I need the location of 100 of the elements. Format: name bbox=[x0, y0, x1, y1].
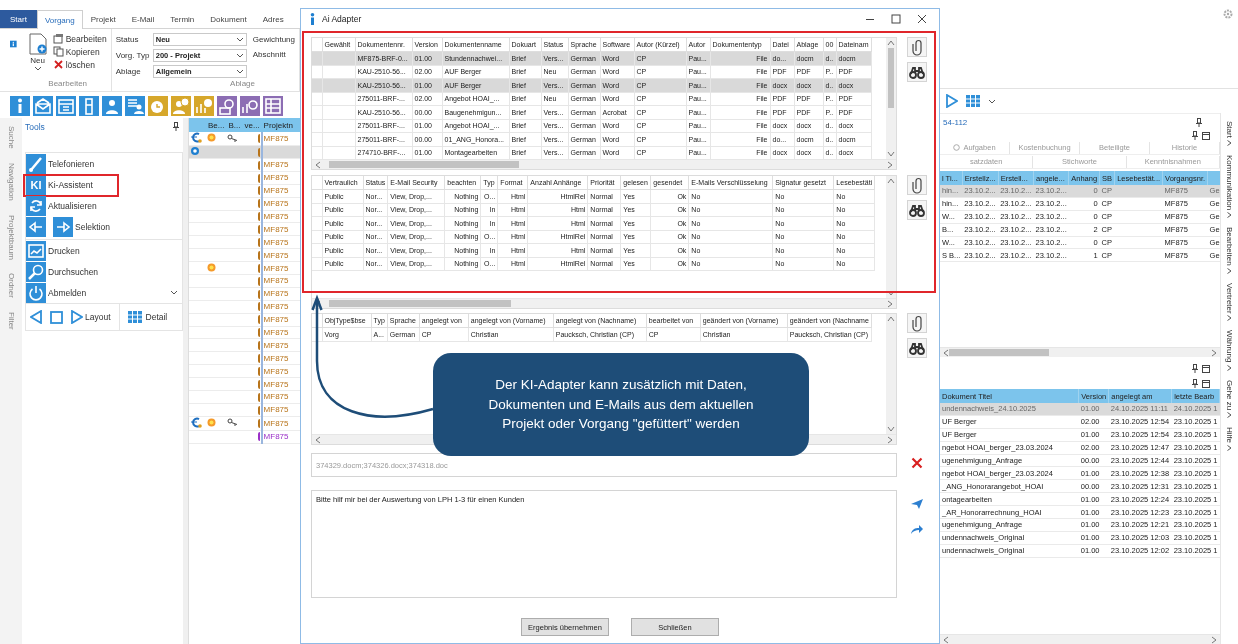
calendar-icon[interactable] bbox=[56, 96, 76, 116]
ribbon-action[interactable]: Kopieren bbox=[52, 46, 107, 57]
person-list-icon[interactable] bbox=[125, 96, 145, 116]
binoculars-button[interactable] bbox=[907, 338, 927, 358]
ribbon-action[interactable]: Bearbeiten bbox=[52, 33, 107, 44]
gear-icon[interactable] bbox=[217, 96, 237, 116]
detail-button[interactable]: Detail bbox=[145, 312, 168, 322]
table-row[interactable]: MF875 bbox=[189, 248, 300, 262]
pin-icon[interactable] bbox=[1192, 364, 1198, 373]
table-row[interactable]: MF875 bbox=[189, 351, 300, 365]
horizontal-scrollbar[interactable] bbox=[312, 159, 896, 169]
column-header[interactable]: ve... bbox=[242, 118, 262, 132]
side-tab[interactable]: Vertreter bbox=[1225, 282, 1234, 322]
binoculars-button[interactable] bbox=[907, 62, 927, 82]
chart-gear-icon[interactable] bbox=[240, 96, 260, 116]
person-clock-icon[interactable] bbox=[171, 96, 191, 116]
table-row[interactable]: MF875 bbox=[189, 235, 300, 249]
forward-icon[interactable] bbox=[71, 310, 83, 324]
window-icon[interactable] bbox=[1202, 131, 1210, 140]
table-row[interactable]: MF875 bbox=[189, 197, 300, 211]
close-icon[interactable] bbox=[917, 14, 927, 24]
side-tab[interactable]: Hilfe bbox=[1225, 427, 1234, 452]
table-row[interactable]: MF875 bbox=[189, 377, 300, 391]
table-row[interactable]: MF875 bbox=[189, 326, 300, 339]
column-header[interactable]: Be... bbox=[206, 118, 227, 132]
side-tab[interactable]: Bearbeiten bbox=[1225, 227, 1234, 274]
person-icon[interactable] bbox=[102, 96, 122, 116]
ribbon-tab[interactable]: Start bbox=[0, 10, 37, 28]
side-tab[interactable]: Start bbox=[1225, 121, 1234, 146]
tool-item[interactable]: Aktualisieren bbox=[26, 195, 182, 216]
binoculars-button[interactable] bbox=[907, 200, 927, 220]
table-row[interactable]: MF875 bbox=[189, 403, 300, 417]
column-header[interactable]: B... bbox=[226, 118, 243, 132]
table-row[interactable]: MF875 bbox=[189, 416, 300, 431]
tool-item[interactable]: Drucken bbox=[26, 239, 182, 261]
side-tab[interactable]: Kommunikation bbox=[1225, 154, 1234, 219]
settings-icon[interactable] bbox=[1223, 9, 1233, 19]
chart-clock-icon[interactable] bbox=[194, 96, 214, 116]
vertical-scrollbar[interactable] bbox=[886, 176, 896, 298]
vertical-scrollbar[interactable] bbox=[886, 38, 896, 159]
table-row[interactable]: MF875 bbox=[189, 158, 300, 172]
back-icon[interactable] bbox=[30, 310, 42, 324]
ribbon-tab[interactable]: E-Mail bbox=[123, 10, 163, 28]
side-tab[interactable]: Währung bbox=[1225, 330, 1234, 371]
table-cell: MF875 bbox=[263, 340, 289, 350]
table-icon[interactable] bbox=[263, 96, 283, 116]
maximize-icon[interactable] bbox=[891, 14, 901, 24]
table-row[interactable]: MF875 bbox=[189, 300, 300, 314]
table-row[interactable]: MF875 bbox=[189, 261, 300, 275]
tool-item[interactable]: Telefonieren bbox=[26, 153, 182, 174]
forward-icon[interactable] bbox=[946, 94, 958, 108]
grid-icon[interactable] bbox=[127, 311, 142, 323]
column-header[interactable]: Projektn bbox=[261, 118, 300, 132]
window-icon[interactable] bbox=[1202, 379, 1210, 388]
pin-icon[interactable] bbox=[1192, 379, 1198, 388]
vertical-scrollbar[interactable] bbox=[886, 314, 896, 434]
table-row[interactable]: MF875 bbox=[189, 364, 300, 378]
clock-icon[interactable] bbox=[148, 96, 168, 116]
table-row[interactable]: MF875 bbox=[189, 171, 300, 185]
ribbon-action[interactable]: löschen bbox=[52, 59, 107, 70]
table-row[interactable]: MF875 bbox=[189, 210, 300, 223]
layout-button[interactable]: Layout bbox=[85, 312, 111, 322]
caret-icon bbox=[1227, 412, 1232, 419]
info-icon[interactable] bbox=[10, 96, 30, 116]
table-row[interactable]: MF875 bbox=[189, 338, 300, 352]
ribbon-tab[interactable]: Termin bbox=[162, 10, 203, 28]
tool-item[interactable]: Selektion bbox=[26, 216, 182, 237]
grid-icon[interactable] bbox=[966, 95, 980, 107]
table-row[interactable] bbox=[189, 145, 300, 159]
attach-button[interactable] bbox=[907, 175, 927, 195]
table-row[interactable]: MF875 bbox=[189, 390, 300, 404]
side-tab[interactable]: Gehe zu bbox=[1225, 379, 1234, 419]
attach-button[interactable] bbox=[907, 313, 927, 333]
tool-item[interactable]: Abmelden bbox=[26, 282, 182, 303]
panel-title: Tools bbox=[25, 122, 45, 134]
horizontal-scrollbar[interactable] bbox=[312, 298, 896, 308]
new-button[interactable]: Neu bbox=[28, 31, 47, 79]
tool-item[interactable]: Durchsuchen bbox=[26, 261, 182, 282]
ribbon-tab[interactable]: Dokument bbox=[202, 10, 255, 28]
envelope-icon[interactable] bbox=[33, 96, 53, 116]
pin-icon[interactable] bbox=[173, 122, 179, 131]
tool-item[interactable]: KI Ki-Assistent bbox=[26, 174, 182, 195]
table-row[interactable]: MF875 bbox=[189, 430, 300, 444]
ribbon-tab[interactable]: Vorgang bbox=[36, 10, 83, 29]
table-row[interactable]: MF875 bbox=[189, 313, 300, 327]
table-row[interactable]: MF875 bbox=[189, 274, 300, 288]
pin-icon[interactable] bbox=[1196, 117, 1202, 127]
column-icon[interactable] bbox=[79, 96, 99, 116]
caret-icon bbox=[1227, 315, 1232, 322]
table-row[interactable]: MF875 bbox=[189, 184, 300, 198]
ribbon-tab[interactable]: Adres bbox=[254, 10, 292, 28]
attach-button[interactable] bbox=[907, 37, 927, 57]
horizontal-scrollbar[interactable] bbox=[940, 634, 1220, 644]
square-icon[interactable] bbox=[50, 310, 63, 324]
ribbon-tab[interactable]: Projekt bbox=[82, 10, 124, 28]
horizontal-scrollbar[interactable] bbox=[940, 347, 1220, 357]
window-icon[interactable] bbox=[1202, 364, 1210, 373]
table-row[interactable]: MF875 bbox=[189, 222, 300, 236]
pin-icon[interactable] bbox=[1192, 131, 1198, 140]
table-row[interactable]: MF875 bbox=[189, 287, 300, 301]
